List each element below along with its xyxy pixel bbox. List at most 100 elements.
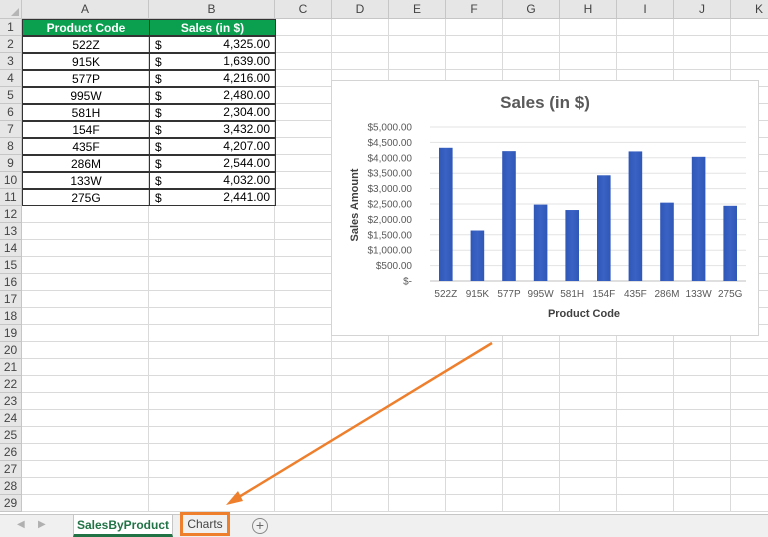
grid-cell[interactable] xyxy=(560,444,617,461)
row-header[interactable]: 28 xyxy=(0,478,22,495)
row-header[interactable]: 26 xyxy=(0,444,22,461)
grid-cell[interactable] xyxy=(503,53,560,70)
grid-cell[interactable] xyxy=(22,325,149,342)
grid-cell[interactable] xyxy=(149,206,275,223)
grid-cell[interactable] xyxy=(275,410,332,427)
row-header[interactable]: 19 xyxy=(0,325,22,342)
grid-cell[interactable] xyxy=(446,342,503,359)
grid-cell[interactable] xyxy=(22,444,149,461)
row-header[interactable]: 13 xyxy=(0,223,22,240)
product-code-cell[interactable]: 275G xyxy=(22,189,150,206)
grid-cell[interactable] xyxy=(446,427,503,444)
add-sheet-icon[interactable]: + xyxy=(252,518,268,534)
grid-cell[interactable] xyxy=(503,393,560,410)
grid-cell[interactable] xyxy=(22,376,149,393)
grid-cell[interactable] xyxy=(560,393,617,410)
grid-cell[interactable] xyxy=(332,495,389,512)
grid-cell[interactable] xyxy=(275,121,332,138)
bar-577p[interactable] xyxy=(502,151,516,281)
grid-cell[interactable] xyxy=(389,410,446,427)
grid-cell[interactable] xyxy=(731,36,768,53)
grid-cell[interactable] xyxy=(389,444,446,461)
grid-cell[interactable] xyxy=(275,427,332,444)
grid-cell[interactable] xyxy=(275,359,332,376)
grid-cell[interactable] xyxy=(332,427,389,444)
grid-cell[interactable] xyxy=(503,461,560,478)
grid-cell[interactable] xyxy=(617,461,674,478)
column-header-h[interactable]: H xyxy=(560,0,617,19)
grid-cell[interactable] xyxy=(731,410,768,427)
row-header[interactable]: 23 xyxy=(0,393,22,410)
grid-cell[interactable] xyxy=(332,359,389,376)
header-sales[interactable]: Sales (in $) xyxy=(149,19,276,36)
row-header[interactable]: 25 xyxy=(0,427,22,444)
row-header[interactable]: 29 xyxy=(0,495,22,512)
grid-cell[interactable] xyxy=(275,495,332,512)
grid-cell[interactable] xyxy=(275,172,332,189)
grid-cell[interactable] xyxy=(22,478,149,495)
grid-cell[interactable] xyxy=(22,308,149,325)
grid-cell[interactable] xyxy=(674,410,731,427)
grid-cell[interactable] xyxy=(149,325,275,342)
grid-cell[interactable] xyxy=(275,478,332,495)
grid-cell[interactable] xyxy=(22,393,149,410)
column-header-f[interactable]: F xyxy=(446,0,503,19)
grid-cell[interactable] xyxy=(503,342,560,359)
column-header-b[interactable]: B xyxy=(149,0,275,19)
row-header[interactable]: 5 xyxy=(0,87,22,104)
column-header-k[interactable]: K xyxy=(731,0,768,19)
grid-cell[interactable] xyxy=(149,461,275,478)
grid-cell[interactable] xyxy=(22,223,149,240)
grid-cell[interactable] xyxy=(275,155,332,172)
grid-cell[interactable] xyxy=(332,53,389,70)
row-header[interactable]: 18 xyxy=(0,308,22,325)
grid-cell[interactable] xyxy=(149,308,275,325)
row-header[interactable]: 12 xyxy=(0,206,22,223)
grid-cell[interactable] xyxy=(275,87,332,104)
grid-cell[interactable] xyxy=(674,444,731,461)
bar-133w[interactable] xyxy=(691,156,706,281)
column-header-i[interactable]: I xyxy=(617,0,674,19)
tab-charts[interactable]: Charts xyxy=(180,512,230,536)
grid-cell[interactable] xyxy=(446,53,503,70)
grid-cell[interactable] xyxy=(674,495,731,512)
product-code-cell[interactable]: 915K xyxy=(22,53,150,70)
grid-cell[interactable] xyxy=(275,308,332,325)
grid-cell[interactable] xyxy=(22,342,149,359)
grid-cell[interactable] xyxy=(446,478,503,495)
product-code-cell[interactable]: 435F xyxy=(22,138,150,155)
grid-cell[interactable] xyxy=(149,223,275,240)
row-header[interactable]: 22 xyxy=(0,376,22,393)
grid-cell[interactable] xyxy=(674,342,731,359)
grid-cell[interactable] xyxy=(149,274,275,291)
row-header[interactable]: 2 xyxy=(0,36,22,53)
grid-cell[interactable] xyxy=(560,495,617,512)
grid-cell[interactable] xyxy=(674,359,731,376)
grid-cell[interactable] xyxy=(446,410,503,427)
sales-chart[interactable]: Sales (in $) Sales Amount Product Code $… xyxy=(331,80,759,336)
grid-cell[interactable] xyxy=(22,274,149,291)
grid-cell[interactable] xyxy=(149,393,275,410)
row-header[interactable]: 9 xyxy=(0,155,22,172)
row-header[interactable]: 11 xyxy=(0,189,22,206)
column-header-a[interactable]: A xyxy=(22,0,149,19)
sales-cell[interactable]: $4,325.00 xyxy=(149,36,276,53)
grid-cell[interactable] xyxy=(503,495,560,512)
bar-435f[interactable] xyxy=(628,151,643,281)
grid-cell[interactable] xyxy=(149,444,275,461)
grid-cell[interactable] xyxy=(389,53,446,70)
grid-cell[interactable] xyxy=(389,427,446,444)
grid-cell[interactable] xyxy=(731,427,768,444)
grid-cell[interactable] xyxy=(332,19,389,36)
row-header[interactable]: 20 xyxy=(0,342,22,359)
product-code-cell[interactable]: 995W xyxy=(22,87,150,104)
row-header[interactable]: 10 xyxy=(0,172,22,189)
grid-cell[interactable] xyxy=(22,240,149,257)
grid-cell[interactable] xyxy=(446,495,503,512)
product-code-cell[interactable]: 577P xyxy=(22,70,150,87)
grid-cell[interactable] xyxy=(560,427,617,444)
grid-cell[interactable] xyxy=(389,393,446,410)
grid-cell[interactable] xyxy=(617,53,674,70)
grid-cell[interactable] xyxy=(332,36,389,53)
grid-cell[interactable] xyxy=(731,359,768,376)
